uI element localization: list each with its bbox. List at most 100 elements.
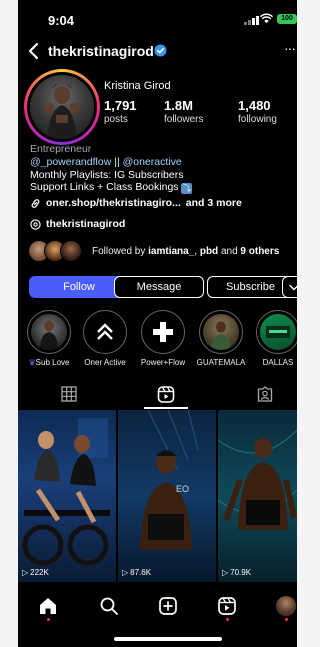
highlight-oner-active[interactable]: Oner Active bbox=[82, 310, 128, 367]
svg-text:EO: EO bbox=[176, 484, 189, 494]
bottom-nav bbox=[18, 596, 297, 624]
highlight-ring bbox=[83, 310, 127, 354]
highlight-sub-love[interactable]: ♛Sub Love bbox=[26, 310, 72, 367]
play-icon: ▷ bbox=[222, 568, 229, 577]
plus-icon bbox=[153, 322, 173, 342]
avatar bbox=[30, 75, 94, 139]
reels-icon bbox=[218, 597, 236, 615]
followers-count[interactable]: 1.8M followers bbox=[164, 98, 203, 125]
nav-profile[interactable] bbox=[274, 596, 297, 620]
subscribe-button[interactable]: Subscribe bbox=[207, 276, 294, 298]
tab-reels[interactable] bbox=[119, 380, 212, 410]
nav-reels[interactable] bbox=[215, 596, 239, 620]
view-count-text: 70.9K bbox=[230, 568, 252, 577]
view-count: ▷ 70.9K bbox=[222, 568, 251, 577]
wifi-icon bbox=[260, 13, 273, 24]
view-count-text: 87.6K bbox=[130, 568, 152, 577]
notification-dot bbox=[226, 618, 229, 621]
create-icon bbox=[159, 597, 177, 615]
bio-line-text: Support Links + Class Bookings bbox=[30, 181, 179, 193]
profile-full-name: Kristina Girod bbox=[104, 80, 171, 92]
notification-dot bbox=[47, 618, 50, 621]
view-count-text: 222K bbox=[30, 568, 49, 577]
posts-label: posts bbox=[104, 114, 128, 125]
followed-by-and: and bbox=[218, 245, 241, 257]
nav-search[interactable] bbox=[97, 596, 121, 620]
play-icon: ▷ bbox=[22, 568, 29, 577]
reel-thumbnail[interactable]: EO ▷ 87.6K bbox=[118, 410, 216, 582]
threads-link[interactable]: thekristinagirod bbox=[30, 218, 125, 230]
mention-oneractive[interactable]: @oneractive bbox=[123, 156, 182, 168]
active-tab-indicator bbox=[144, 407, 188, 409]
followed-by[interactable]: Followed by iamtiana_, pbd and 9 others bbox=[28, 240, 279, 262]
notification-dot bbox=[285, 618, 288, 621]
status-bar: 9:04 100 bbox=[18, 0, 297, 40]
mention-powerandflow[interactable]: @_powerandflow bbox=[30, 156, 111, 168]
message-button[interactable]: Message bbox=[114, 276, 204, 298]
chevron-down-icon bbox=[289, 284, 297, 291]
profile-username: thekristinagirod bbox=[48, 43, 154, 59]
highlight-guatemala[interactable]: GUATEMALA bbox=[197, 310, 245, 367]
followed-by-prefix: Followed by bbox=[92, 245, 149, 257]
highlight-cover bbox=[87, 314, 123, 350]
link-more: and 3 more bbox=[185, 197, 242, 209]
bio-mentions: @_powerandflow || @oneractive bbox=[30, 156, 182, 168]
bio-line: Support Links + Class Bookings ⤵ bbox=[30, 181, 193, 194]
more-options-icon[interactable]: ··· bbox=[284, 40, 296, 56]
reels-grid: ▷ 222K EO ▷ 87.6K ▷ 70.9K bbox=[18, 410, 297, 582]
reels-icon bbox=[157, 386, 174, 403]
reel-thumbnail[interactable]: ▷ 70.9K bbox=[218, 410, 297, 582]
followers-label: followers bbox=[164, 114, 204, 125]
following-count[interactable]: 1,480 following bbox=[238, 98, 277, 125]
grid-icon bbox=[60, 386, 77, 402]
highlight-cover bbox=[31, 314, 67, 350]
highlight-ring bbox=[256, 310, 297, 354]
nav-create[interactable] bbox=[156, 596, 180, 620]
view-count: ▷ 222K bbox=[22, 568, 49, 577]
profile-tabs bbox=[18, 380, 297, 410]
home-icon bbox=[40, 598, 56, 614]
nav-home[interactable] bbox=[36, 596, 60, 620]
followers-value: 1.8M bbox=[164, 98, 193, 113]
suggested-accounts-button[interactable] bbox=[282, 276, 297, 298]
avatar bbox=[60, 240, 82, 262]
highlight-label: Power+Flow bbox=[140, 358, 186, 367]
battery-icon: 100 bbox=[277, 14, 297, 24]
highlight-label-text: Sub Love bbox=[35, 358, 70, 367]
search-icon bbox=[100, 597, 118, 615]
play-icon: ▷ bbox=[122, 568, 129, 577]
highlight-label: DALLAS bbox=[262, 358, 294, 367]
highlight-cover bbox=[260, 314, 296, 350]
highlight-dallas[interactable]: DALLAS bbox=[255, 310, 297, 367]
followed-by-text: Followed by iamtiana_, pbd and 9 others bbox=[92, 246, 279, 257]
reel-thumbnail[interactable]: ▷ 222K bbox=[18, 410, 116, 582]
chevrons-up-icon bbox=[97, 323, 113, 340]
link-url: oner.shop/thekristinagiro... bbox=[46, 197, 181, 209]
followed-by-user: pbd bbox=[199, 245, 219, 257]
profile-header: thekristinagirod ··· bbox=[18, 40, 297, 64]
tab-tagged[interactable] bbox=[218, 380, 297, 410]
tab-grid[interactable] bbox=[22, 380, 115, 410]
following-value: 1,480 bbox=[238, 98, 271, 113]
avatar bbox=[276, 596, 296, 616]
mutual-follower-avatars bbox=[28, 240, 88, 262]
highlight-cover bbox=[145, 314, 181, 350]
view-count: ▷ 87.6K bbox=[122, 568, 151, 577]
verified-badge-icon bbox=[154, 44, 167, 57]
back-arrow-icon[interactable] bbox=[27, 42, 41, 60]
threads-handle: thekristinagirod bbox=[46, 218, 126, 230]
home-indicator bbox=[114, 637, 222, 641]
highlight-power-flow[interactable]: Power+Flow bbox=[140, 310, 186, 367]
bio-link[interactable]: oner.shop/thekristinagiro... and 3 more bbox=[30, 197, 242, 209]
story-ring[interactable] bbox=[24, 69, 100, 145]
posts-count[interactable]: 1,791 posts bbox=[104, 98, 137, 125]
highlight-ring bbox=[27, 310, 71, 354]
followed-by-user: iamtiana_ bbox=[148, 245, 195, 257]
highlight-label: Oner Active bbox=[84, 358, 126, 367]
following-label: following bbox=[238, 114, 277, 125]
highlight-label: GUATEMALA bbox=[196, 358, 246, 367]
down-arrow-emoji-icon: ⤵ bbox=[181, 183, 193, 194]
highlight-ring bbox=[141, 310, 185, 354]
followed-by-others: 9 others bbox=[240, 245, 280, 257]
bio-line: Monthly Playlists: IG Subscribers bbox=[30, 169, 184, 181]
